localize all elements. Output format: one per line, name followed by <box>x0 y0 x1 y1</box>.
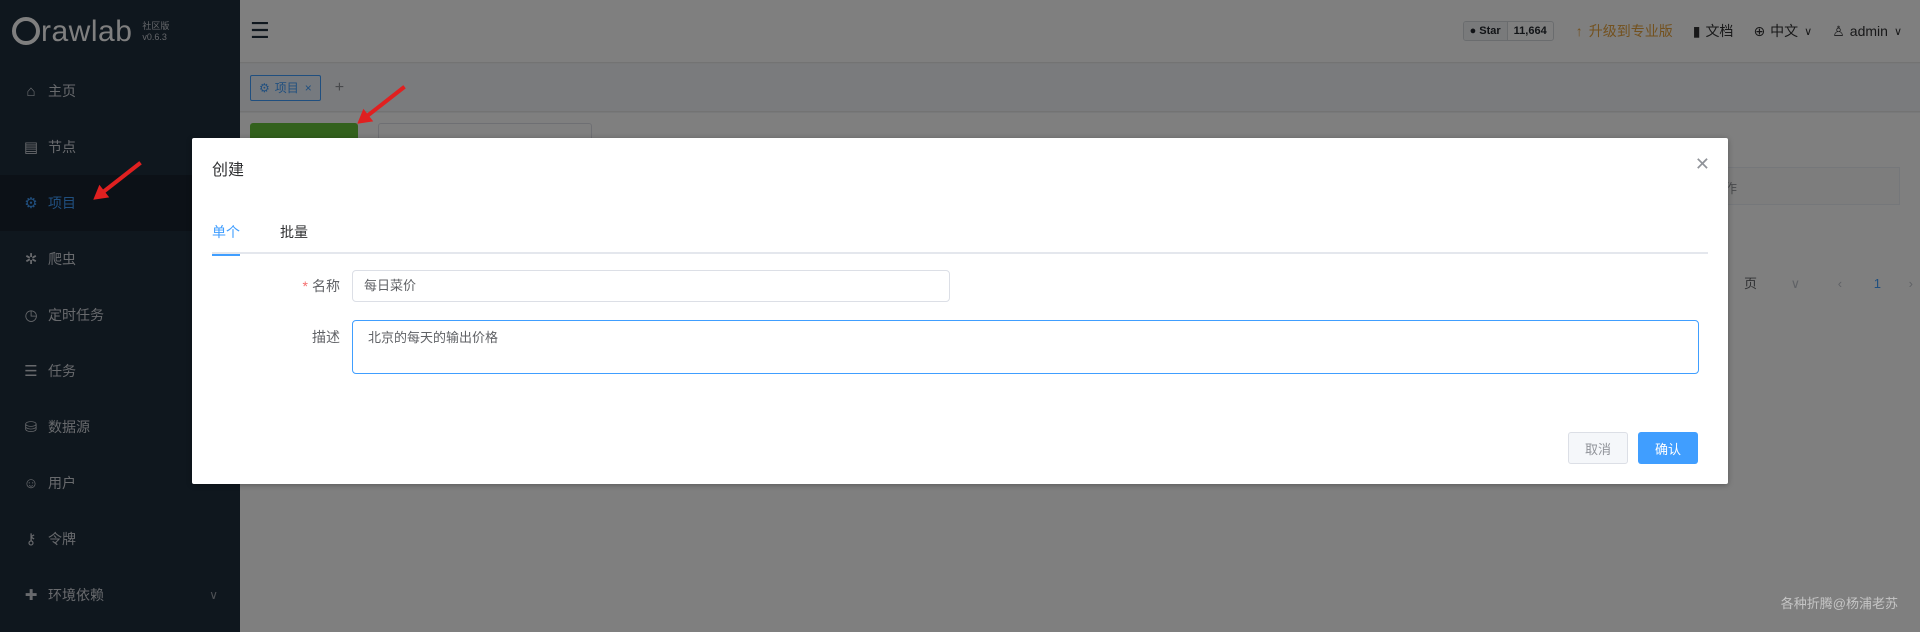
dialog-tabs: 单个 批量 <box>212 222 1708 256</box>
watermark: 各种折腾@杨浦老苏 <box>1780 596 1898 611</box>
required-mark: * <box>302 278 308 294</box>
form-row-description: 描述 <box>192 320 1699 374</box>
close-icon[interactable]: ✕ <box>1695 154 1710 175</box>
tab-single[interactable]: 单个 <box>212 222 240 256</box>
confirm-button[interactable]: 确认 <box>1638 432 1698 464</box>
name-label: * 名称 <box>192 270 352 302</box>
name-label-text: 名称 <box>312 278 340 294</box>
dialog-title: 创建 <box>212 162 245 179</box>
tab-batch[interactable]: 批量 <box>280 222 308 254</box>
cancel-button[interactable]: 取消 <box>1568 432 1628 464</box>
name-field[interactable]: 每日菜价 <box>352 270 950 302</box>
description-field[interactable] <box>352 320 1699 374</box>
create-dialog: 创建 ✕ 单个 批量 *名称 每日菜价 描述 取消 确认 <box>192 138 1728 484</box>
description-label: 描述 <box>312 329 340 345</box>
form-row-name: * 名称 每日菜价 <box>192 270 950 302</box>
